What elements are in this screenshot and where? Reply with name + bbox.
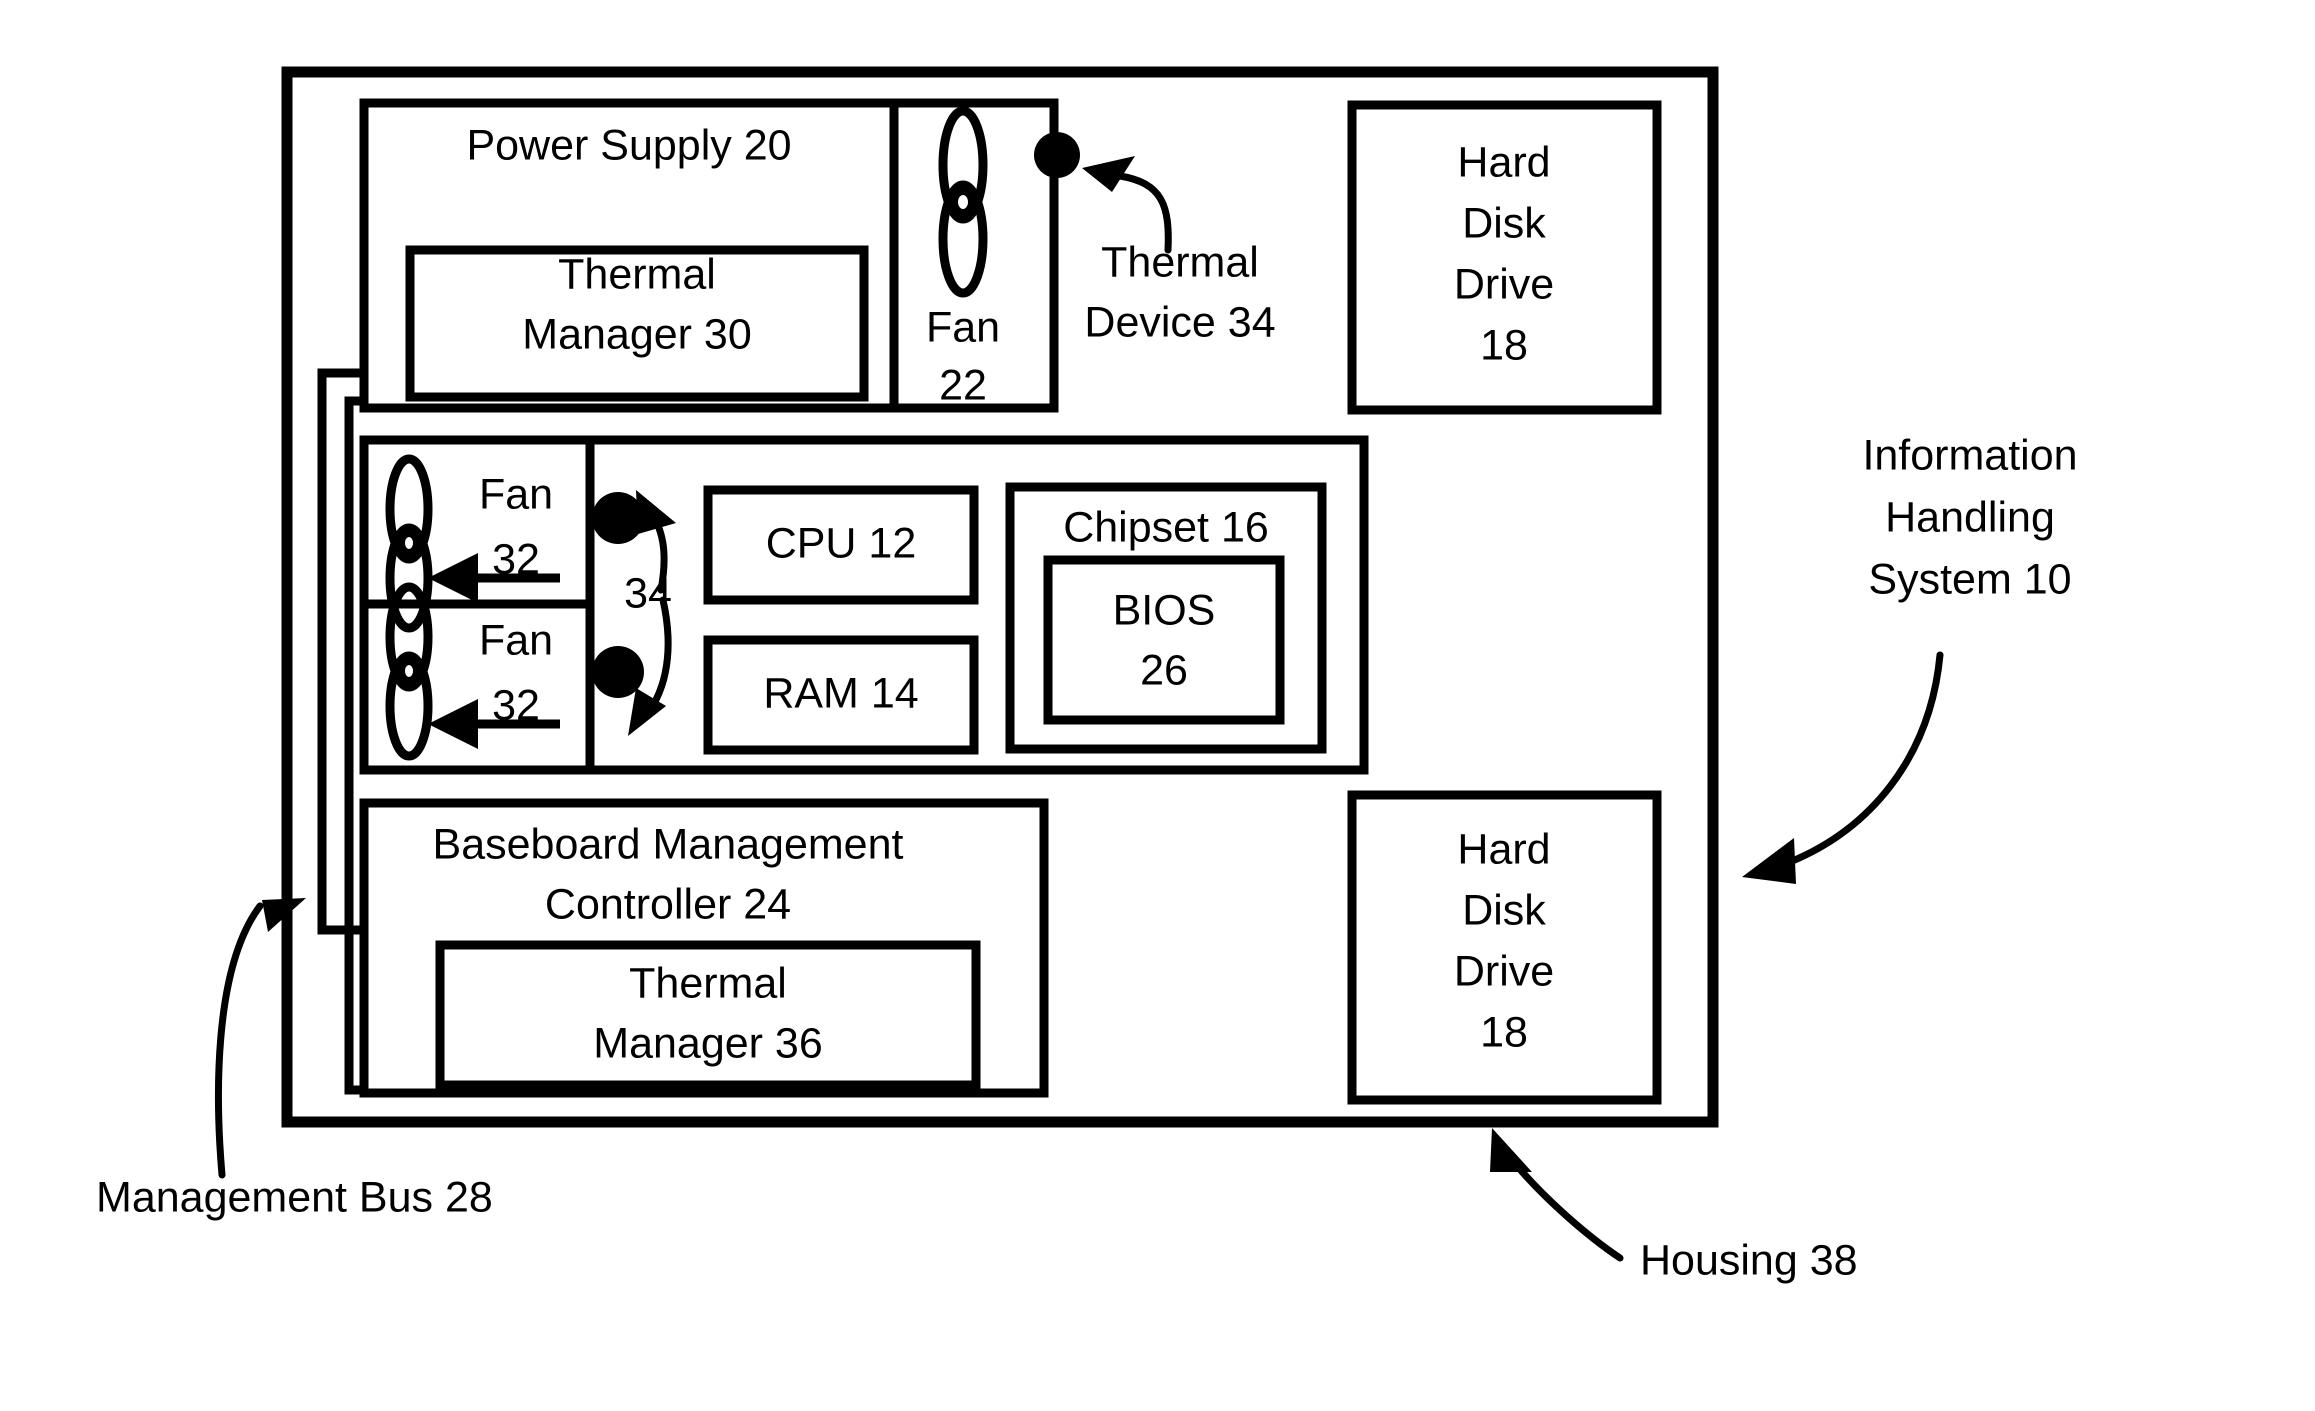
management-bus-leader: [214, 902, 264, 1179]
thermal-devices-34-mb-label: 34: [624, 569, 672, 617]
power-supply-label: Power Supply 20: [466, 121, 791, 169]
thermal-manager-36-line1: Thermal: [629, 959, 787, 1007]
system-label-line1: Information: [1862, 431, 2077, 479]
fan-22-label-line2: 22: [939, 361, 987, 409]
hdd-bottom-line2: Disk: [1462, 886, 1546, 934]
thermal-manager-30-line2: Manager 30: [522, 310, 752, 358]
chipset-label: Chipset 16: [1063, 503, 1269, 551]
system-label-line2: Handling: [1885, 493, 2055, 541]
system-arrowhead: [1742, 838, 1796, 884]
hdd-bottom-line4: 18: [1480, 1008, 1528, 1056]
hdd-top-line1: Hard: [1457, 138, 1550, 186]
hdd-top-line4: 18: [1480, 321, 1528, 369]
fan-22-label-line1: Fan: [926, 303, 1000, 351]
system-leader: [1786, 651, 1944, 866]
fan-32-upper-line1: Fan: [479, 470, 553, 518]
thermal-manager-30-line1: Thermal: [558, 250, 716, 298]
thermal-device-34-mb-arrowhead-upper: [636, 490, 676, 534]
bios-rect: [1043, 555, 1285, 725]
bmc-line2: Controller 24: [545, 880, 791, 928]
bios-line2: 26: [1140, 646, 1188, 694]
fan-propeller-icon: [385, 582, 433, 761]
figure-canvas: Management Bus 28 Power Supply 20 Therma…: [96, 66, 2078, 1284]
patent-figure: Management Bus 28 Power Supply 20 Therma…: [0, 0, 2315, 1411]
bios-line1: BIOS: [1113, 586, 1216, 634]
thermal-device-34-sensor-dot: [1034, 132, 1080, 178]
housing-arrowhead: [1490, 1128, 1532, 1172]
thermal-device-34-line2: Device 34: [1084, 298, 1275, 346]
thermal-device-34-line1: Thermal: [1101, 238, 1259, 286]
housing-leader: [1508, 1156, 1624, 1262]
cpu-label: CPU 12: [766, 519, 917, 567]
hdd-bottom-line3: Drive: [1454, 947, 1554, 995]
fan-propeller-icon: [938, 106, 988, 298]
thermal-manager-36-line2: Manager 36: [593, 1019, 823, 1067]
fan-32-lower: Fan 32: [385, 582, 560, 761]
ram-label: RAM 14: [763, 669, 918, 717]
housing-label: Housing 38: [1640, 1236, 1858, 1284]
system-label-line3: System 10: [1868, 555, 2071, 603]
thermal-device-34-mb-dot-upper: [592, 492, 644, 544]
hdd-top-line2: Disk: [1462, 199, 1546, 247]
management-bus-line: [317, 368, 364, 935]
fan-32-lower-line1: Fan: [479, 616, 553, 664]
hdd-bottom-line1: Hard: [1457, 825, 1550, 873]
hdd-top-line3: Drive: [1454, 260, 1554, 308]
bmc-line1: Baseboard Management: [433, 820, 904, 868]
management-bus-label: Management Bus 28: [96, 1173, 493, 1221]
